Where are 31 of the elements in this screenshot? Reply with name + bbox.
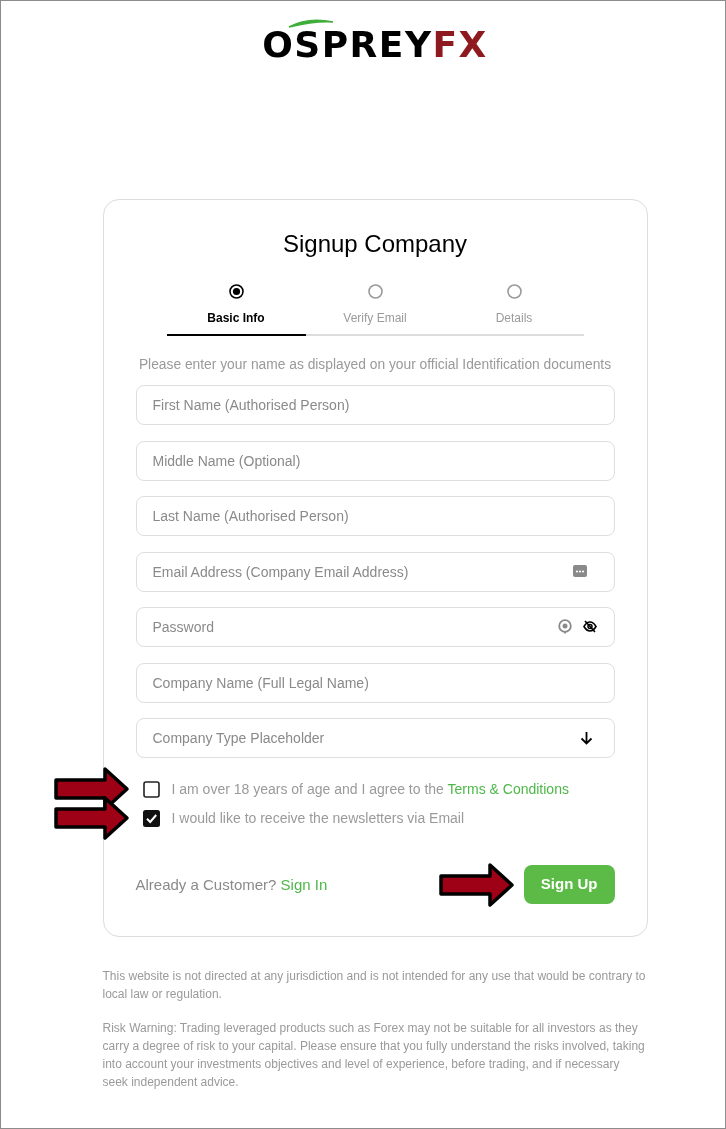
disclaimer-text: Risk Warning: Trading leveraged products such as Forex may not be suitable for all investors as they carry a degree of risk to your capital. Please ensure that you fully understand the risks involved, taking into account your investments objectives and level of experience, before trading, and if necessary seek independent advice. — [102, 1020, 646, 1091]
logo-accent: FX — [432, 27, 488, 63]
sign-up-button[interactable]: Sign Up — [523, 865, 615, 904]
logo-text: OSPREY — [262, 27, 433, 63]
text-input[interactable]: Middle Name (Optional) — [135, 440, 615, 481]
checkbox-label: I am over 18 years of age and I agree to the Terms & Conditions — [171, 780, 569, 799]
step-tab[interactable]: Verify Email — [305, 284, 445, 336]
text-input[interactable]: First Name (Authorised Person) — [135, 385, 615, 425]
email-input[interactable]: Email Address (Company Email Address) — [135, 551, 615, 592]
text-input[interactable]: Company Name (Full Legal Name) — [135, 662, 615, 703]
terms-link[interactable]: Terms & Conditions — [447, 781, 569, 797]
disclaimer-text: This website is not directed at any jurisdiction and is not intended for any use that would be contrary to local law or regulation. — [102, 968, 647, 1003]
select-dropdown[interactable]: Company Type Placeholder — [135, 718, 615, 758]
step-radio-icon — [506, 284, 522, 299]
step-radio-icon — [367, 284, 383, 299]
step-tab[interactable]: Basic Info — [166, 284, 306, 336]
text-input[interactable]: Last Name (Authorised Person) — [135, 496, 615, 536]
ring-dot-icon[interactable] — [557, 619, 572, 634]
form-title: Signup Company — [281, 229, 469, 259]
checkbox[interactable] — [142, 809, 160, 827]
step-radio-icon — [228, 284, 244, 299]
step-tab[interactable]: Details — [444, 284, 584, 336]
down-arrow-icon — [579, 731, 593, 745]
instruction-text: Please enter your name as displayed on your official Identification documents — [137, 356, 613, 374]
password-input[interactable]: Password — [135, 607, 615, 647]
eye-slash-icon[interactable] — [582, 620, 597, 633]
sign-in-prompt: Already a Customer? Sign In — [135, 874, 328, 895]
checkbox[interactable] — [142, 780, 160, 798]
swoosh-icon — [288, 18, 335, 29]
checkbox-label: I would like to receive the newsletters via Email — [171, 809, 465, 828]
sign-in-link[interactable]: Sign In — [280, 875, 328, 893]
